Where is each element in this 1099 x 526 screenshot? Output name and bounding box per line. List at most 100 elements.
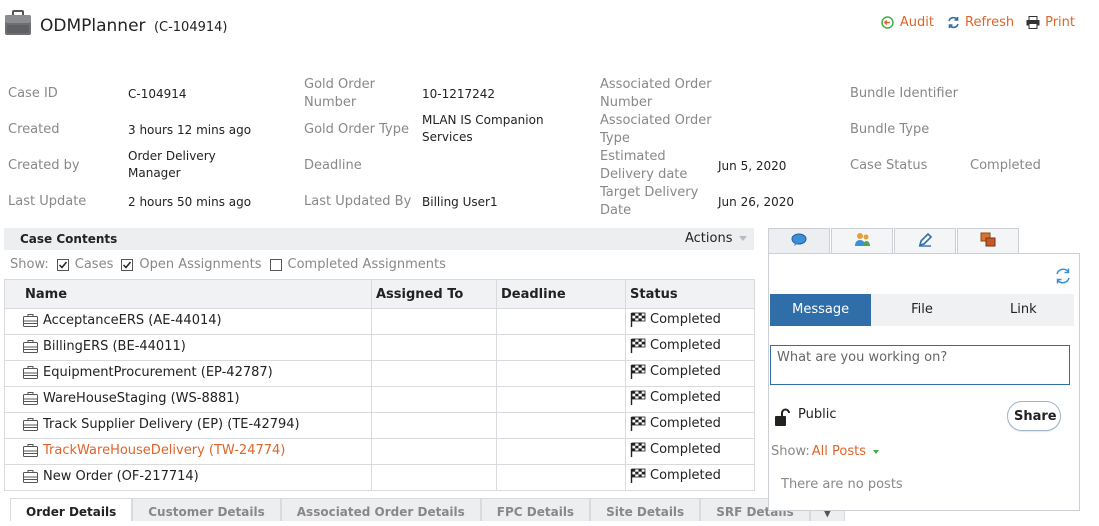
row-status-cell: Completed bbox=[625, 412, 755, 439]
last-update-value: 2 hours 50 mins ago bbox=[128, 195, 252, 209]
tab-site-details[interactable]: Site Details bbox=[590, 498, 701, 521]
show-label: Show: bbox=[10, 257, 49, 272]
tab-pulse[interactable] bbox=[768, 228, 830, 254]
row-name-link[interactable]: Track Supplier Delivery (EP) (TE-42794) bbox=[23, 417, 300, 432]
row-name-link[interactable]: AcceptanceERS (AE-44014) bbox=[23, 313, 222, 328]
posts-filter-dropdown[interactable]: All Posts bbox=[812, 444, 866, 459]
row-name-cell[interactable]: WareHouseStaging (WS-8881) bbox=[4, 386, 372, 413]
tab-associated-order-details[interactable]: Associated Order Details bbox=[280, 498, 481, 521]
table-row[interactable]: Track Supplier Delivery (EP) (TE-42794) C… bbox=[4, 412, 755, 439]
briefcase-icon bbox=[23, 339, 38, 353]
completed-assignments-checkbox[interactable] bbox=[269, 258, 282, 271]
completed-assignments-filter-label: Completed Assignments bbox=[287, 257, 446, 272]
row-name-link[interactable]: WareHouseStaging (WS-8881) bbox=[23, 391, 240, 406]
created-label: Created bbox=[8, 122, 60, 137]
row-status-text: Completed bbox=[650, 312, 721, 327]
table-row[interactable]: EquipmentProcurement (EP-42787) Completed bbox=[4, 360, 755, 387]
row-assigned-to bbox=[371, 438, 497, 465]
tab-notes[interactable] bbox=[894, 228, 956, 254]
table-header-row: Name Assigned To Deadline Status bbox=[4, 279, 755, 309]
deadline-label: Deadline bbox=[304, 158, 362, 173]
row-deadline bbox=[496, 412, 626, 439]
column-header-name[interactable]: Name bbox=[4, 279, 372, 309]
table-row[interactable]: TrackWareHouseDelivery (TW-24774) Complet… bbox=[4, 438, 755, 465]
row-status-text: Completed bbox=[650, 442, 721, 457]
row-name-link[interactable]: BillingERS (BE-44011) bbox=[23, 339, 186, 354]
checkered-flag-icon bbox=[630, 468, 646, 483]
row-assigned-to bbox=[371, 412, 497, 439]
status-badge: Completed bbox=[630, 390, 721, 405]
case-contents-table: Name Assigned To Deadline Status Accepta… bbox=[4, 279, 755, 491]
tab-followers[interactable] bbox=[831, 228, 893, 254]
row-name-cell[interactable]: BillingERS (BE-44011) bbox=[4, 334, 372, 361]
post-type-link[interactable]: Link bbox=[972, 294, 1074, 326]
cases-checkbox[interactable] bbox=[56, 258, 69, 271]
table-row[interactable]: New Order (OF-217714) Completed bbox=[4, 464, 755, 491]
posts-show-label: Show: bbox=[771, 444, 810, 459]
row-name-text: New Order (OF-217714) bbox=[43, 468, 199, 484]
briefcase-icon bbox=[23, 469, 38, 483]
gold-order-type-label: Gold Order Type bbox=[304, 122, 409, 137]
gold-order-type-value: MLAN IS Companion Services bbox=[422, 113, 544, 144]
table-row[interactable]: WareHouseStaging (WS-8881) Completed bbox=[4, 386, 755, 413]
chat-bubble-icon bbox=[791, 233, 807, 251]
tab-order-details[interactable]: Order Details bbox=[10, 498, 133, 521]
last-update-label: Last Update bbox=[8, 194, 87, 209]
unlock-icon[interactable] bbox=[772, 408, 792, 428]
row-name-cell[interactable]: New Order (OF-217714) bbox=[4, 464, 372, 491]
gold-order-number-value: 10-1217242 bbox=[422, 87, 496, 101]
briefcase-icon bbox=[23, 365, 38, 379]
refresh-icon bbox=[946, 16, 960, 30]
row-status-text: Completed bbox=[650, 468, 721, 483]
row-name-text: BillingERS (BE-44011) bbox=[43, 338, 186, 354]
column-header-assigned-to[interactable]: Assigned To bbox=[371, 279, 497, 309]
row-status-text: Completed bbox=[650, 338, 721, 353]
table-row[interactable]: BillingERS (BE-44011) Completed bbox=[4, 334, 755, 361]
tab-fpc-details[interactable]: FPC Details bbox=[480, 498, 591, 521]
row-assigned-to bbox=[371, 464, 497, 491]
check-icon bbox=[58, 261, 67, 269]
column-header-status[interactable]: Status bbox=[625, 279, 755, 309]
tab-documents[interactable] bbox=[957, 228, 1019, 254]
post-type-file[interactable]: File bbox=[871, 294, 973, 326]
case-status-label: Case Status bbox=[850, 158, 928, 173]
refresh-feed-button[interactable] bbox=[1053, 266, 1073, 286]
row-status-cell: Completed bbox=[625, 334, 755, 361]
print-button[interactable]: Print bbox=[1026, 15, 1075, 30]
row-name-cell[interactable]: EquipmentProcurement (EP-42787) bbox=[4, 360, 372, 387]
bundle-identifier-label: Bundle Identifier bbox=[850, 86, 958, 101]
table-row[interactable]: AcceptanceERS (AE-44014) Completed bbox=[4, 308, 755, 335]
status-badge: Completed bbox=[630, 442, 721, 457]
row-name-text: WareHouseStaging (WS-8881) bbox=[43, 390, 240, 406]
row-name-cell[interactable]: Track Supplier Delivery (EP) (TE-42794) bbox=[4, 412, 372, 439]
last-updated-by-value: Billing User1 bbox=[422, 195, 498, 209]
audit-button[interactable]: Audit bbox=[881, 15, 934, 30]
chevron-down-icon[interactable] bbox=[872, 449, 879, 454]
row-status-text: Completed bbox=[650, 416, 721, 431]
share-button[interactable]: Share bbox=[1007, 401, 1061, 431]
open-assignments-checkbox[interactable] bbox=[121, 258, 134, 271]
gold-order-number-label: Gold Order Number bbox=[304, 77, 375, 110]
row-deadline bbox=[496, 386, 626, 413]
row-name-link[interactable]: New Order (OF-217714) bbox=[23, 469, 199, 484]
row-assigned-to bbox=[371, 386, 497, 413]
checkered-flag-icon bbox=[630, 364, 646, 379]
row-name-cell[interactable]: AcceptanceERS (AE-44014) bbox=[4, 308, 372, 335]
row-name-link[interactable]: TrackWareHouseDelivery (TW-24774) bbox=[23, 443, 285, 458]
briefcase-icon bbox=[23, 313, 38, 327]
column-header-deadline[interactable]: Deadline bbox=[496, 279, 626, 309]
audit-icon bbox=[881, 16, 895, 30]
row-name-link[interactable]: EquipmentProcurement (EP-42787) bbox=[23, 365, 273, 380]
row-name-text: AcceptanceERS (AE-44014) bbox=[43, 312, 222, 328]
tab-customer-details[interactable]: Customer Details bbox=[132, 498, 281, 521]
target-delivery-value: Jun 26, 2020 bbox=[718, 195, 795, 209]
row-deadline bbox=[496, 308, 626, 335]
refresh-button[interactable]: Refresh bbox=[946, 15, 1014, 30]
posts-filter: Show: All Posts bbox=[771, 444, 879, 459]
post-input[interactable] bbox=[770, 345, 1070, 385]
case-status-value: Completed bbox=[970, 158, 1041, 173]
post-type-message[interactable]: Message bbox=[770, 294, 872, 326]
case-contents-actions-menu[interactable]: Actions bbox=[685, 231, 747, 246]
row-name-cell[interactable]: TrackWareHouseDelivery (TW-24774) bbox=[4, 438, 372, 465]
audit-label: Audit bbox=[899, 15, 934, 30]
